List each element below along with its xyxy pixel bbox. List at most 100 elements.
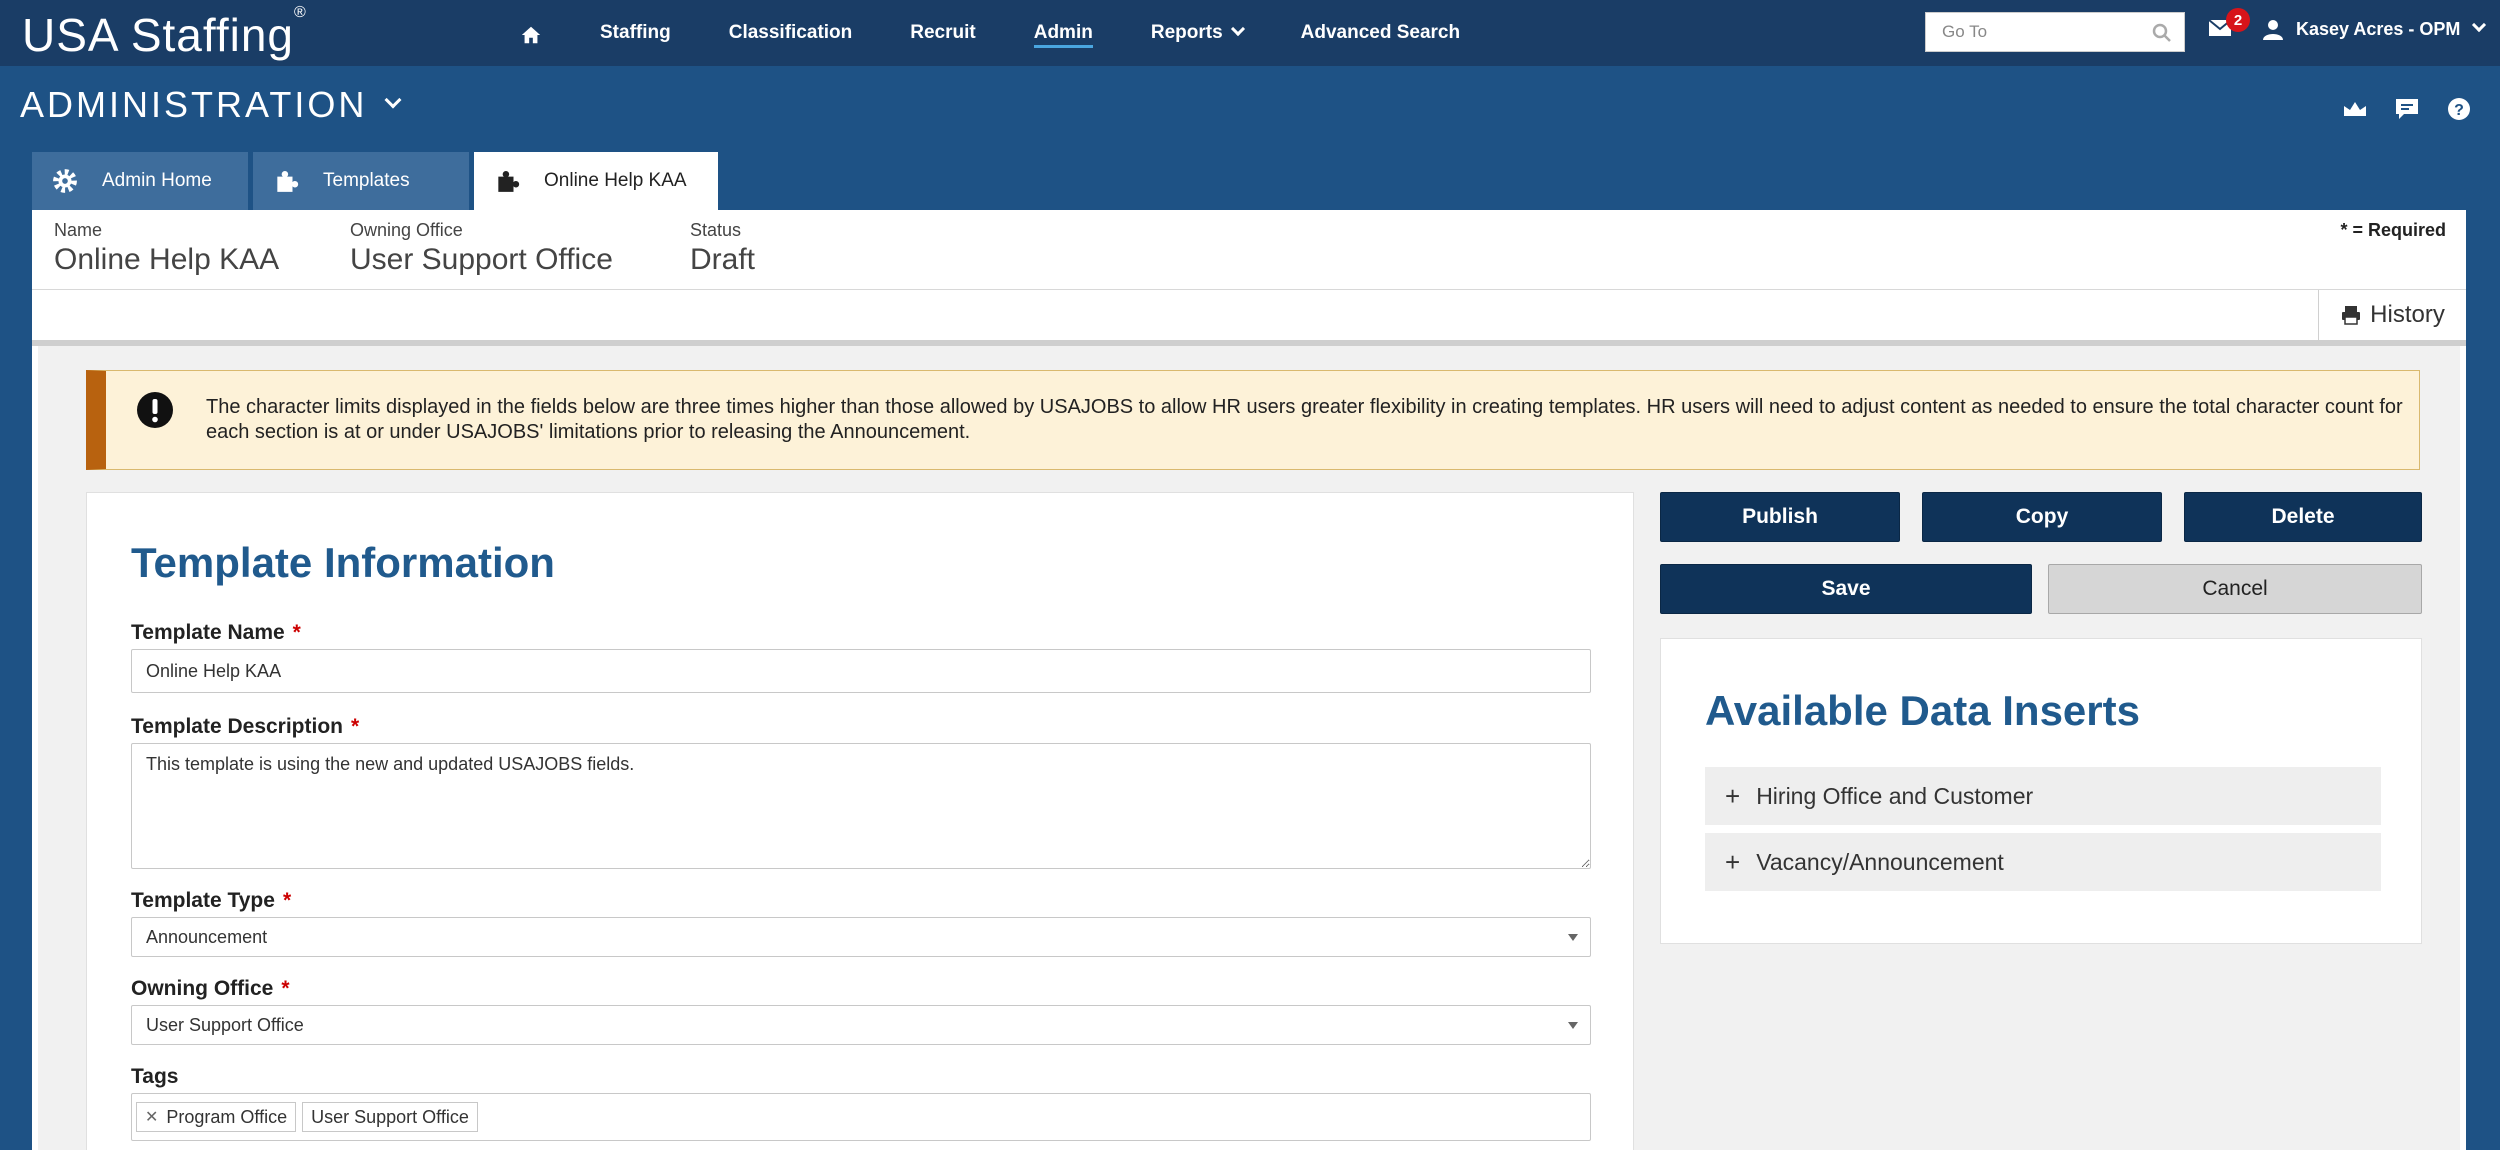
tab-label: Admin Home (102, 170, 212, 191)
select-value: Announcement (146, 926, 268, 947)
history-label: History (2370, 301, 2445, 328)
nav-label: Recruit (910, 22, 976, 43)
section-title[interactable]: ADMINISTRATION (20, 84, 402, 126)
publish-button[interactable]: Publish (1660, 492, 1900, 542)
summary-status: Status Draft (690, 220, 755, 277)
alert-message: The character limits displayed in the fi… (206, 396, 2403, 443)
chevron-down-icon (2472, 17, 2487, 33)
history-button[interactable]: History (2318, 290, 2466, 340)
template-description-textarea[interactable]: This template is using the new and updat… (131, 743, 1591, 869)
owning-office-select[interactable]: User Support Office (131, 1005, 1591, 1045)
label-text: Template Type (131, 889, 275, 912)
goto-input[interactable] (1942, 22, 2142, 42)
feedback-icon[interactable] (2394, 96, 2420, 122)
home-icon[interactable] (520, 24, 542, 46)
template-type-label: Template Type * (131, 889, 291, 913)
tag-chip: User Support Office (302, 1102, 478, 1132)
summary-office-label: Owning Office (350, 220, 463, 240)
cancel-button[interactable]: Cancel (2048, 564, 2422, 614)
main-nav: Staffing Classification Recruit Admin Re… (520, 0, 1518, 66)
template-summary: Name Online Help KAA Owning Office User … (32, 210, 2466, 290)
nav-item-admin[interactable]: Admin (1033, 0, 1093, 66)
summary-name: Name Online Help KAA (54, 220, 279, 277)
tag-label: Program Office (166, 1106, 288, 1127)
dropdown-arrow-icon (1568, 1022, 1578, 1029)
tag-chip: ✕ Program Office (136, 1102, 297, 1132)
tab-label: Templates (323, 170, 410, 191)
nav-label: Advanced Search (1300, 22, 1461, 43)
summary-owning-office: Owning Office User Support Office (350, 220, 613, 277)
help-icon[interactable]: ? (2446, 96, 2472, 122)
label-text: Template Name (131, 621, 285, 644)
character-limit-alert: The character limits displayed in the fi… (86, 370, 2420, 470)
brand-registered-mark: ® (294, 3, 307, 21)
label-text: Tags (131, 1065, 179, 1088)
template-name-input[interactable] (131, 649, 1591, 693)
header-icons: ? (2342, 96, 2472, 122)
history-bar: History (32, 290, 2466, 346)
brand-text: USA Staffing (22, 9, 294, 61)
goto-search (1925, 12, 2185, 52)
required-marker: * (281, 977, 290, 1000)
gear-icon (53, 169, 77, 193)
user-name: Kasey Acres - OPM (2296, 18, 2461, 39)
required-note: * = Required (2340, 220, 2446, 240)
section-title-text: ADMINISTRATION (20, 84, 368, 125)
select-value: User Support Office (146, 1014, 304, 1035)
summary-name-value: Online Help KAA (54, 243, 280, 276)
printer-icon (2342, 306, 2361, 325)
tags-input[interactable]: ✕ Program Office User Support Office (131, 1093, 1591, 1141)
delete-button[interactable]: Delete (2184, 492, 2422, 542)
save-button[interactable]: Save (1660, 564, 2032, 614)
tab-admin-home[interactable]: Admin Home (32, 152, 248, 210)
nav-item-classification[interactable]: Classification (729, 0, 853, 66)
accordion-label: Vacancy/Announcement (1756, 848, 2004, 875)
summary-name-label: Name (54, 220, 103, 240)
inserts-title: Available Data Inserts (1705, 687, 2140, 734)
required-marker: * (282, 889, 292, 912)
summary-office-value: User Support Office (350, 243, 613, 276)
nav-label: Reports (1150, 22, 1223, 43)
template-type-select[interactable]: Announcement (131, 917, 1591, 957)
required-marker: * (351, 715, 360, 738)
required-marker: * (292, 621, 301, 644)
top-navigation-bar: USA Staffing® Staffing Classification Re… (0, 0, 2500, 66)
tab-label: Online Help KAA (544, 170, 687, 191)
app-logo[interactable]: USA Staffing® (22, 4, 307, 62)
template-body: The character limits displayed in the fi… (38, 346, 2460, 1150)
exclamation-icon (137, 392, 173, 428)
label-text: Template Description (131, 715, 343, 738)
puzzle-icon (498, 170, 520, 192)
nav-item-advanced-search[interactable]: Advanced Search (1301, 0, 1460, 66)
copy-button[interactable]: Copy (1922, 492, 2162, 542)
dropdown-arrow-icon (1568, 934, 1578, 941)
accordion-vacancy-announcement[interactable]: + Vacancy/Announcement (1705, 833, 2381, 891)
user-icon (2263, 20, 2283, 40)
nav-item-reports[interactable]: Reports (1150, 0, 1245, 66)
remove-tag-icon[interactable]: ✕ (145, 1107, 158, 1127)
accordion-hiring-office[interactable]: + Hiring Office and Customer (1705, 767, 2381, 825)
nav-item-staffing[interactable]: Staffing (600, 0, 671, 66)
notification-badge: 2 (2226, 8, 2250, 32)
content-panel: Name Online Help KAA Owning Office User … (32, 210, 2466, 1150)
nav-label: Staffing (600, 22, 671, 43)
tab-online-help-kaa[interactable]: Online Help KAA (474, 152, 718, 210)
plus-icon: + (1725, 846, 1741, 877)
svg-text:?: ? (2454, 102, 2464, 119)
chevron-down-icon (384, 91, 402, 109)
chevron-down-icon (1230, 21, 1245, 37)
search-icon[interactable] (2152, 23, 2172, 43)
nav-label: Admin (1033, 22, 1093, 43)
plus-icon: + (1725, 780, 1741, 811)
nav-label: Classification (728, 22, 853, 43)
nav-item-recruit[interactable]: Recruit (910, 0, 975, 66)
tag-label: User Support Office (311, 1106, 469, 1127)
dashboard-icon[interactable] (2342, 96, 2368, 122)
template-information-card: Template Information Template Name * Temp… (86, 492, 1634, 1150)
tab-templates[interactable]: Templates (253, 152, 469, 210)
tags-label: Tags (131, 1065, 178, 1089)
user-menu[interactable]: Kasey Acres - OPM (2262, 17, 2487, 40)
form-title: Template Information (131, 539, 555, 586)
template-name-label: Template Name * (131, 621, 301, 645)
owning-office-label: Owning Office * (131, 977, 290, 1001)
